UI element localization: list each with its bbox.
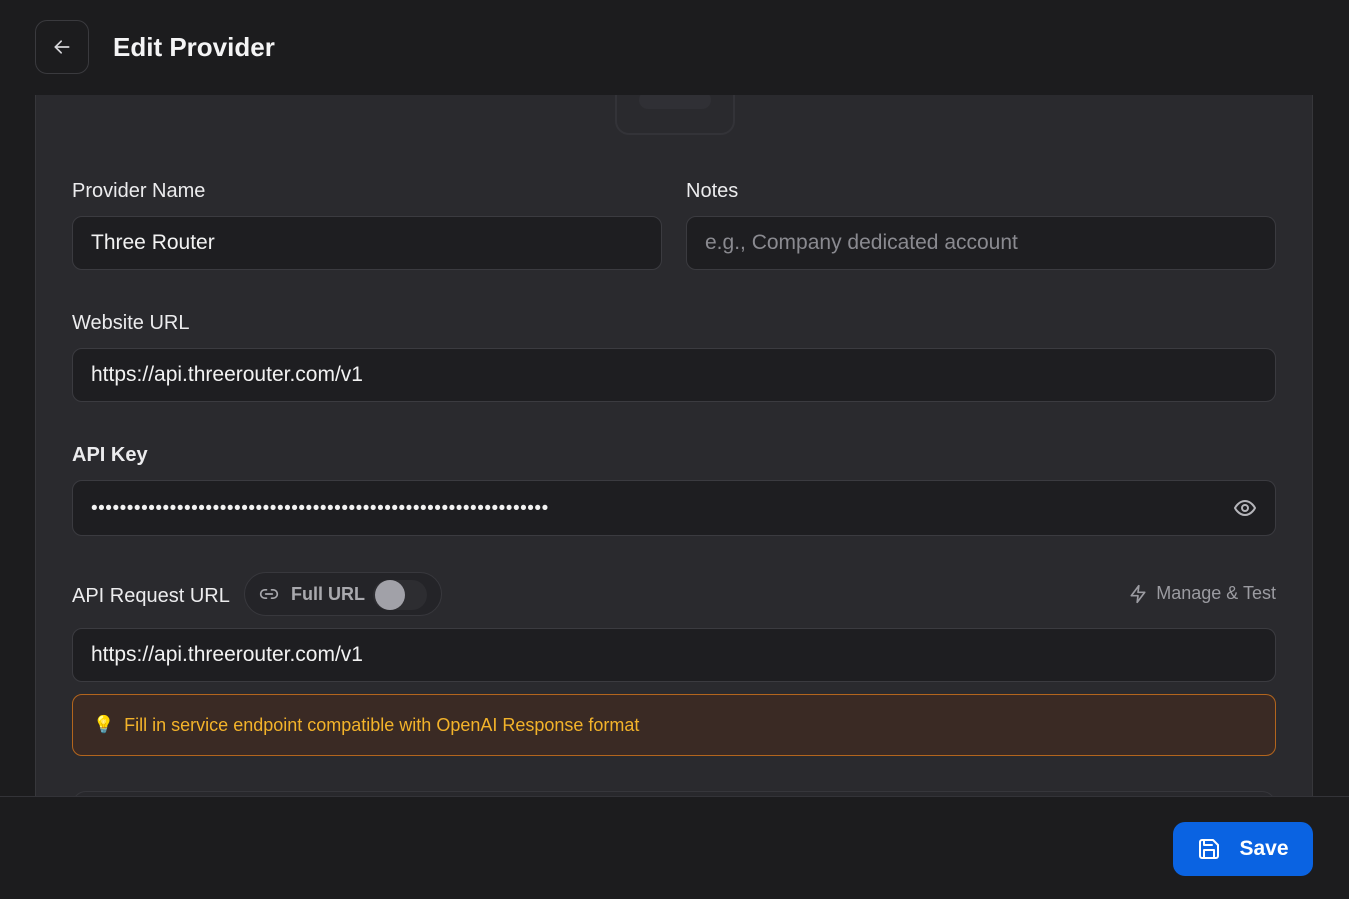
website-url-input[interactable]	[91, 363, 1257, 387]
notes-input[interactable]	[705, 231, 1257, 255]
footer: Save	[0, 796, 1349, 899]
api-request-url-field[interactable]	[72, 628, 1276, 682]
endpoint-hint: 💡 Fill in service endpoint compatible wi…	[72, 694, 1276, 756]
provider-icon-placeholder[interactable]	[615, 95, 735, 135]
api-request-url-input[interactable]	[91, 643, 1257, 667]
save-label: Save	[1239, 837, 1289, 860]
save-button[interactable]: Save	[1173, 822, 1313, 876]
full-url-switch[interactable]	[373, 580, 427, 610]
back-button[interactable]	[35, 20, 89, 74]
api-key-masked-value[interactable]: ••••••••••••••••••••••••••••••••••••••••…	[91, 499, 549, 518]
provider-name-field[interactable]	[72, 216, 662, 270]
website-url-field[interactable]	[72, 348, 1276, 402]
manage-test-link[interactable]: Manage & Test	[1128, 583, 1276, 604]
api-request-url-label: API Request URL	[72, 585, 230, 607]
api-key-field[interactable]: ••••••••••••••••••••••••••••••••••••••••…	[72, 480, 1276, 536]
lightbulb-icon: 💡	[93, 715, 115, 734]
notes-label: Notes	[686, 180, 739, 202]
notes-field[interactable]	[686, 216, 1276, 270]
link-icon	[259, 589, 279, 599]
full-url-label: Full URL	[291, 583, 365, 604]
lightning-icon	[1130, 584, 1146, 603]
manage-test-label[interactable]: Manage & Test	[1156, 583, 1276, 604]
page-title: Edit Provider	[113, 32, 275, 62]
eye-icon	[1234, 500, 1256, 516]
full-url-toggle-group: Full URL	[244, 572, 442, 616]
arrow-left-icon	[54, 40, 70, 54]
api-key-label: API Key	[72, 444, 148, 466]
endpoint-hint-text: Fill in service endpoint compatible with…	[124, 714, 640, 735]
provider-name-input[interactable]	[91, 231, 643, 255]
reveal-api-key-button[interactable]	[1233, 496, 1257, 520]
full-url-switch-knob[interactable]	[375, 580, 405, 610]
header: Edit Provider	[0, 0, 1349, 95]
provider-name-label: Provider Name	[72, 180, 206, 202]
website-url-label: Website URL	[72, 312, 190, 334]
provider-icon-inner	[639, 95, 711, 109]
provider-form-card: Provider Name Notes Website URL API Key …	[35, 95, 1313, 797]
save-icon	[1199, 839, 1220, 859]
